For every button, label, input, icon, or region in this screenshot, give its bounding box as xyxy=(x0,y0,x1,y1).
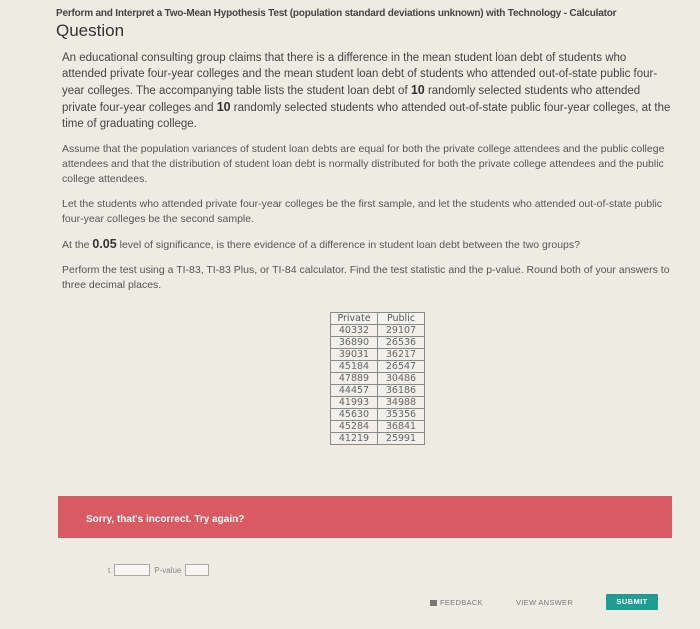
feedback-button-label: FEEDBACK xyxy=(440,598,483,607)
table-cell: 30486 xyxy=(377,372,425,385)
table-cell: 36186 xyxy=(377,384,425,397)
table-cell: 36890 xyxy=(330,336,378,349)
table-cell: 44457 xyxy=(330,384,378,397)
significance-text-2: level of significance, is there evidence… xyxy=(116,239,580,251)
table-row: 39031 36217 xyxy=(330,348,425,361)
table-row: 41219 25991 xyxy=(330,432,425,445)
table-cell: 39031 xyxy=(330,348,378,361)
answer-row: t P-value xyxy=(108,564,210,576)
feedback-button[interactable]: FEEDBACK xyxy=(430,598,483,607)
significance-text-1: At the xyxy=(62,239,93,251)
column-header-public: Public xyxy=(377,312,425,325)
feedback-message: Sorry, that's incorrect. Try again? xyxy=(86,514,245,525)
action-bar: FEEDBACK VIEW ANSWER SUBMIT xyxy=(430,594,666,612)
assumption-text: Assume that the population variances of … xyxy=(62,143,665,185)
table-cell: 34988 xyxy=(377,396,425,409)
table-cell: 26536 xyxy=(377,336,425,349)
table-row: 36890 26536 xyxy=(330,336,425,349)
table-header-row: Private Public xyxy=(330,312,425,325)
column-header-private: Private xyxy=(330,312,378,325)
sample-size-private: 10 xyxy=(410,83,425,97)
table-cell: 41219 xyxy=(330,432,378,445)
table-cell: 45630 xyxy=(330,408,378,421)
table-row: 41993 34988 xyxy=(330,396,425,409)
page-title: Question xyxy=(56,21,125,40)
table-row: 44457 36186 xyxy=(330,384,425,397)
question-body: An educational consulting group claims t… xyxy=(62,50,674,303)
table-cell: 36217 xyxy=(377,348,425,361)
instructions-text: Perform the test using a TI-83, TI-83 Pl… xyxy=(62,264,670,291)
sample-definition-text: Let the students who attended private fo… xyxy=(62,198,663,225)
breadcrumb: Perform and Interpret a Two-Mean Hypothe… xyxy=(56,8,617,19)
significance-level: 0.05 xyxy=(92,237,117,251)
flag-icon xyxy=(430,599,437,606)
table-cell: 47889 xyxy=(330,372,378,385)
table-row: 45630 35356 xyxy=(330,408,425,421)
table-cell: 40332 xyxy=(330,324,378,337)
table-row: 40332 29107 xyxy=(330,324,425,337)
table-cell: 41993 xyxy=(330,396,378,409)
question-intro: An educational consulting group claims t… xyxy=(62,50,674,132)
feedback-banner: Sorry, that's incorrect. Try again? xyxy=(58,496,672,538)
t-statistic-label: t xyxy=(108,565,111,575)
table-row: 45184 26547 xyxy=(330,360,425,373)
table-row: 47889 30486 xyxy=(330,372,425,385)
view-answer-button[interactable]: VIEW ANSWER xyxy=(516,598,573,607)
p-value-input[interactable] xyxy=(185,564,210,576)
table-cell: 36841 xyxy=(377,420,425,433)
table-cell: 25991 xyxy=(377,432,425,445)
table-cell: 26547 xyxy=(377,360,425,373)
t-statistic-input[interactable] xyxy=(114,564,151,576)
submit-button[interactable]: SUBMIT xyxy=(606,594,658,610)
p-value-label: P-value xyxy=(154,565,182,575)
table-cell: 35356 xyxy=(377,408,425,421)
table-cell: 29107 xyxy=(377,324,425,337)
table-cell: 45184 xyxy=(330,360,378,373)
significance-question: At the 0.05 level of significance, is th… xyxy=(62,237,674,253)
table-row: 45284 36841 xyxy=(330,420,425,433)
sample-size-public: 10 xyxy=(216,100,231,114)
table-cell: 45284 xyxy=(330,420,378,433)
loan-debt-table: Private Public 40332 29107 36890 26536 390… xyxy=(330,312,425,445)
